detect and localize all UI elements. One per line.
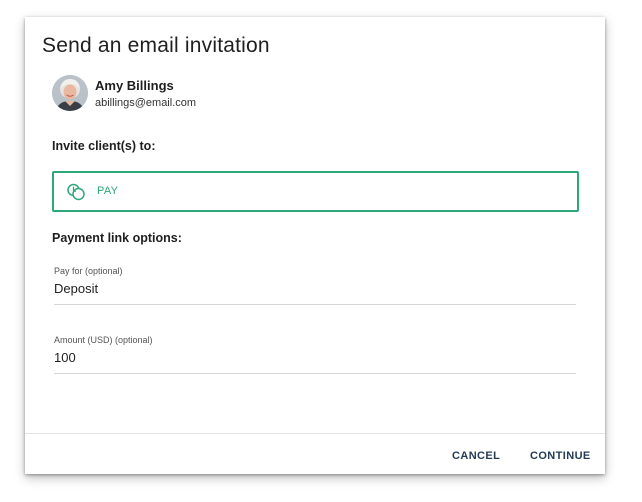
coins-icon <box>67 183 85 201</box>
payment-options-label: Payment link options: <box>52 231 182 245</box>
amount-label: Amount (USD) (optional) <box>54 335 153 345</box>
invite-section-label: Invite client(s) to: <box>52 139 156 153</box>
cancel-button[interactable]: CANCEL <box>452 450 500 462</box>
dialog-title: Send an email invitation <box>42 34 270 57</box>
user-email: abillings@email.com <box>95 97 197 109</box>
pay-for-label: Pay for (optional) <box>54 266 123 276</box>
email-invitation-dialog: Send an email invitation Amy Billings ab… <box>25 17 605 474</box>
pay-option-label: PAY <box>97 185 119 197</box>
pay-for-input[interactable] <box>54 281 574 296</box>
user-name: Amy Billings <box>95 78 174 93</box>
amount-field: Amount (USD) (optional) <box>54 335 576 374</box>
pay-for-field: Pay for (optional) <box>54 266 576 305</box>
page-backdrop: Send an email invitation Amy Billings ab… <box>0 0 642 502</box>
avatar <box>52 75 88 111</box>
pay-option-button[interactable]: PAY <box>52 171 579 212</box>
footer-divider <box>25 433 605 434</box>
avatar-photo <box>52 75 88 111</box>
amount-input[interactable] <box>54 350 574 365</box>
continue-button[interactable]: CONTINUE <box>530 450 591 462</box>
